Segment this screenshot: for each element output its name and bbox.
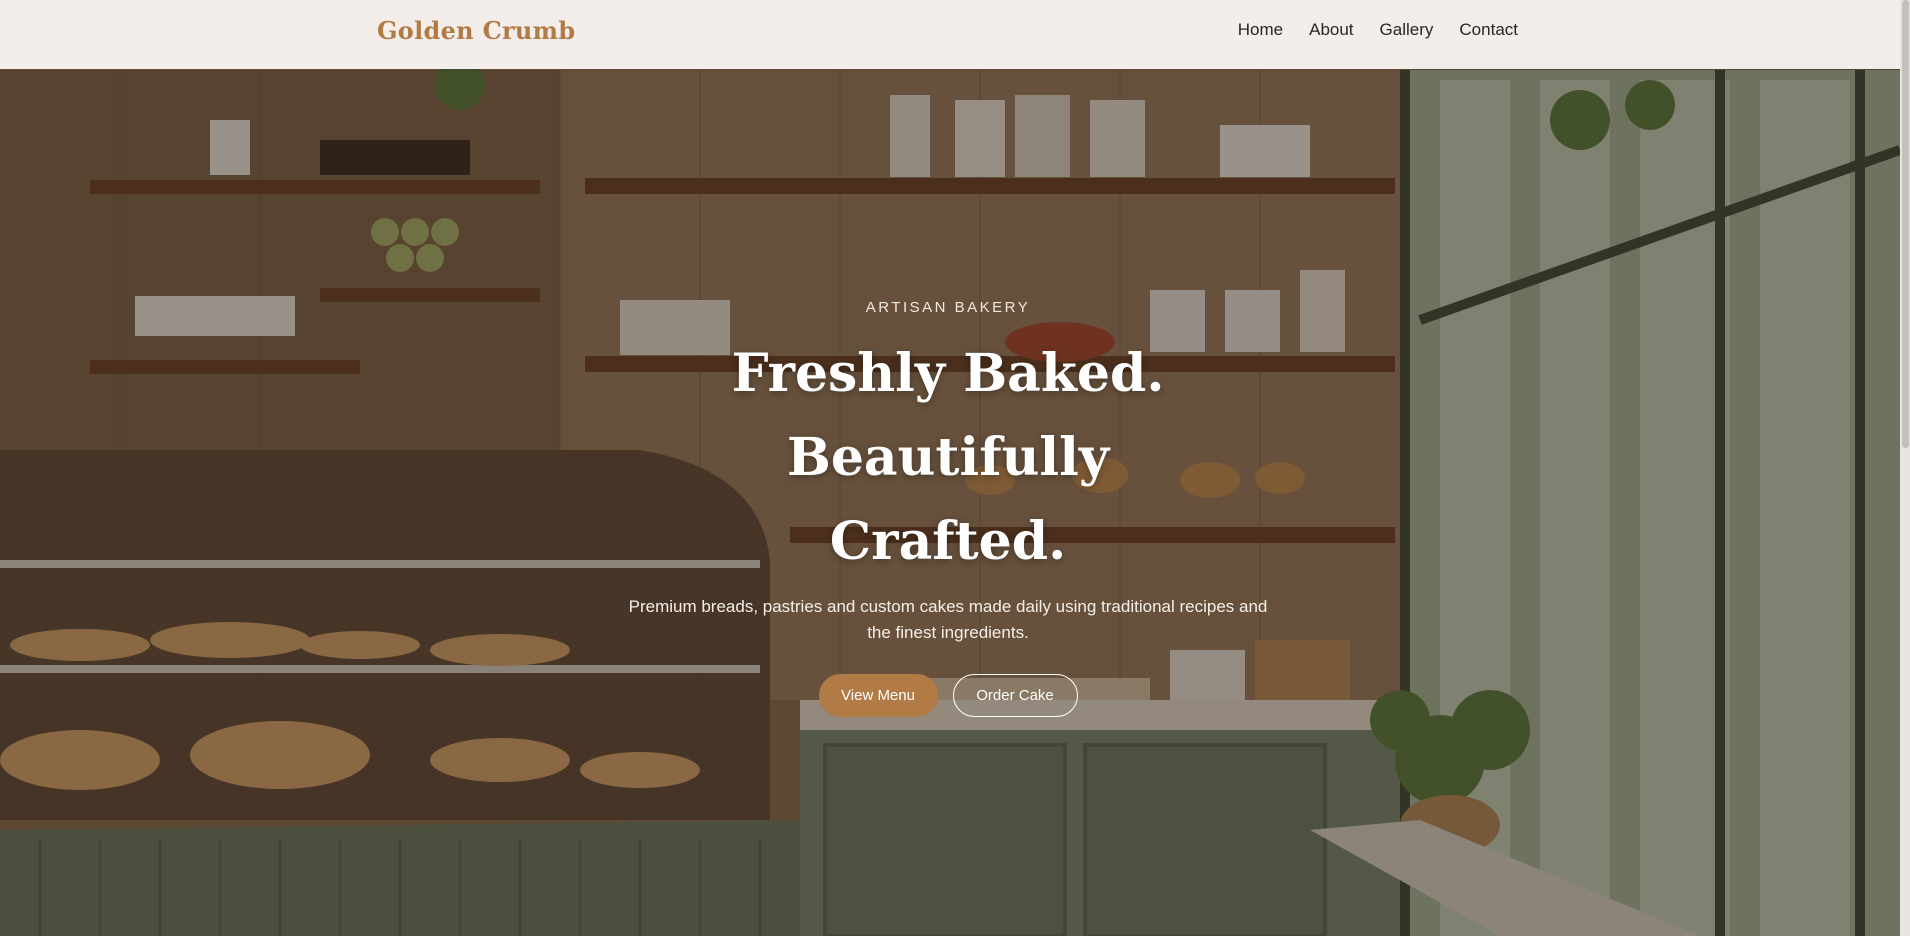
hero-title-line1: Freshly Baked. Beautifully — [731, 343, 1165, 488]
nav-item-gallery[interactable]: Gallery — [1380, 20, 1434, 40]
nav-item-about[interactable]: About — [1309, 20, 1353, 40]
nav-menu: Home About Gallery Contact — [1238, 20, 1518, 40]
brand-logo[interactable]: Golden Crumb — [377, 16, 575, 45]
hero-subtitle: Premium breads, pastries and custom cake… — [590, 594, 1306, 646]
view-menu-button[interactable]: View Menu — [818, 674, 938, 717]
hero-eyebrow: ARTISAN BAKERY — [865, 299, 1031, 316]
hero-subtitle-line1: Premium breads, pastries and custom cake… — [628, 597, 1268, 616]
page: Golden Crumb Home About Gallery Contact … — [0, 0, 1910, 936]
order-cake-button[interactable]: Order Cake — [952, 674, 1078, 717]
nav-item-home[interactable]: Home — [1238, 20, 1283, 40]
scrollbar-thumb[interactable] — [1902, 0, 1909, 448]
nav-item-contact[interactable]: Contact — [1459, 20, 1518, 40]
hero-buttons: View Menu Order Cake — [590, 674, 1306, 717]
hero-section: ARTISAN BAKERY Freshly Baked. Beautifull… — [590, 296, 1306, 717]
hero-title-line2: Crafted. — [829, 511, 1067, 572]
hero-subtitle-line2: the finest ingredients. — [867, 623, 1029, 642]
page-scrollbar[interactable] — [1900, 0, 1910, 936]
navbar: Golden Crumb Home About Gallery Contact — [0, 0, 1900, 69]
hero-title: Freshly Baked. Beautifully Crafted. — [590, 332, 1306, 584]
